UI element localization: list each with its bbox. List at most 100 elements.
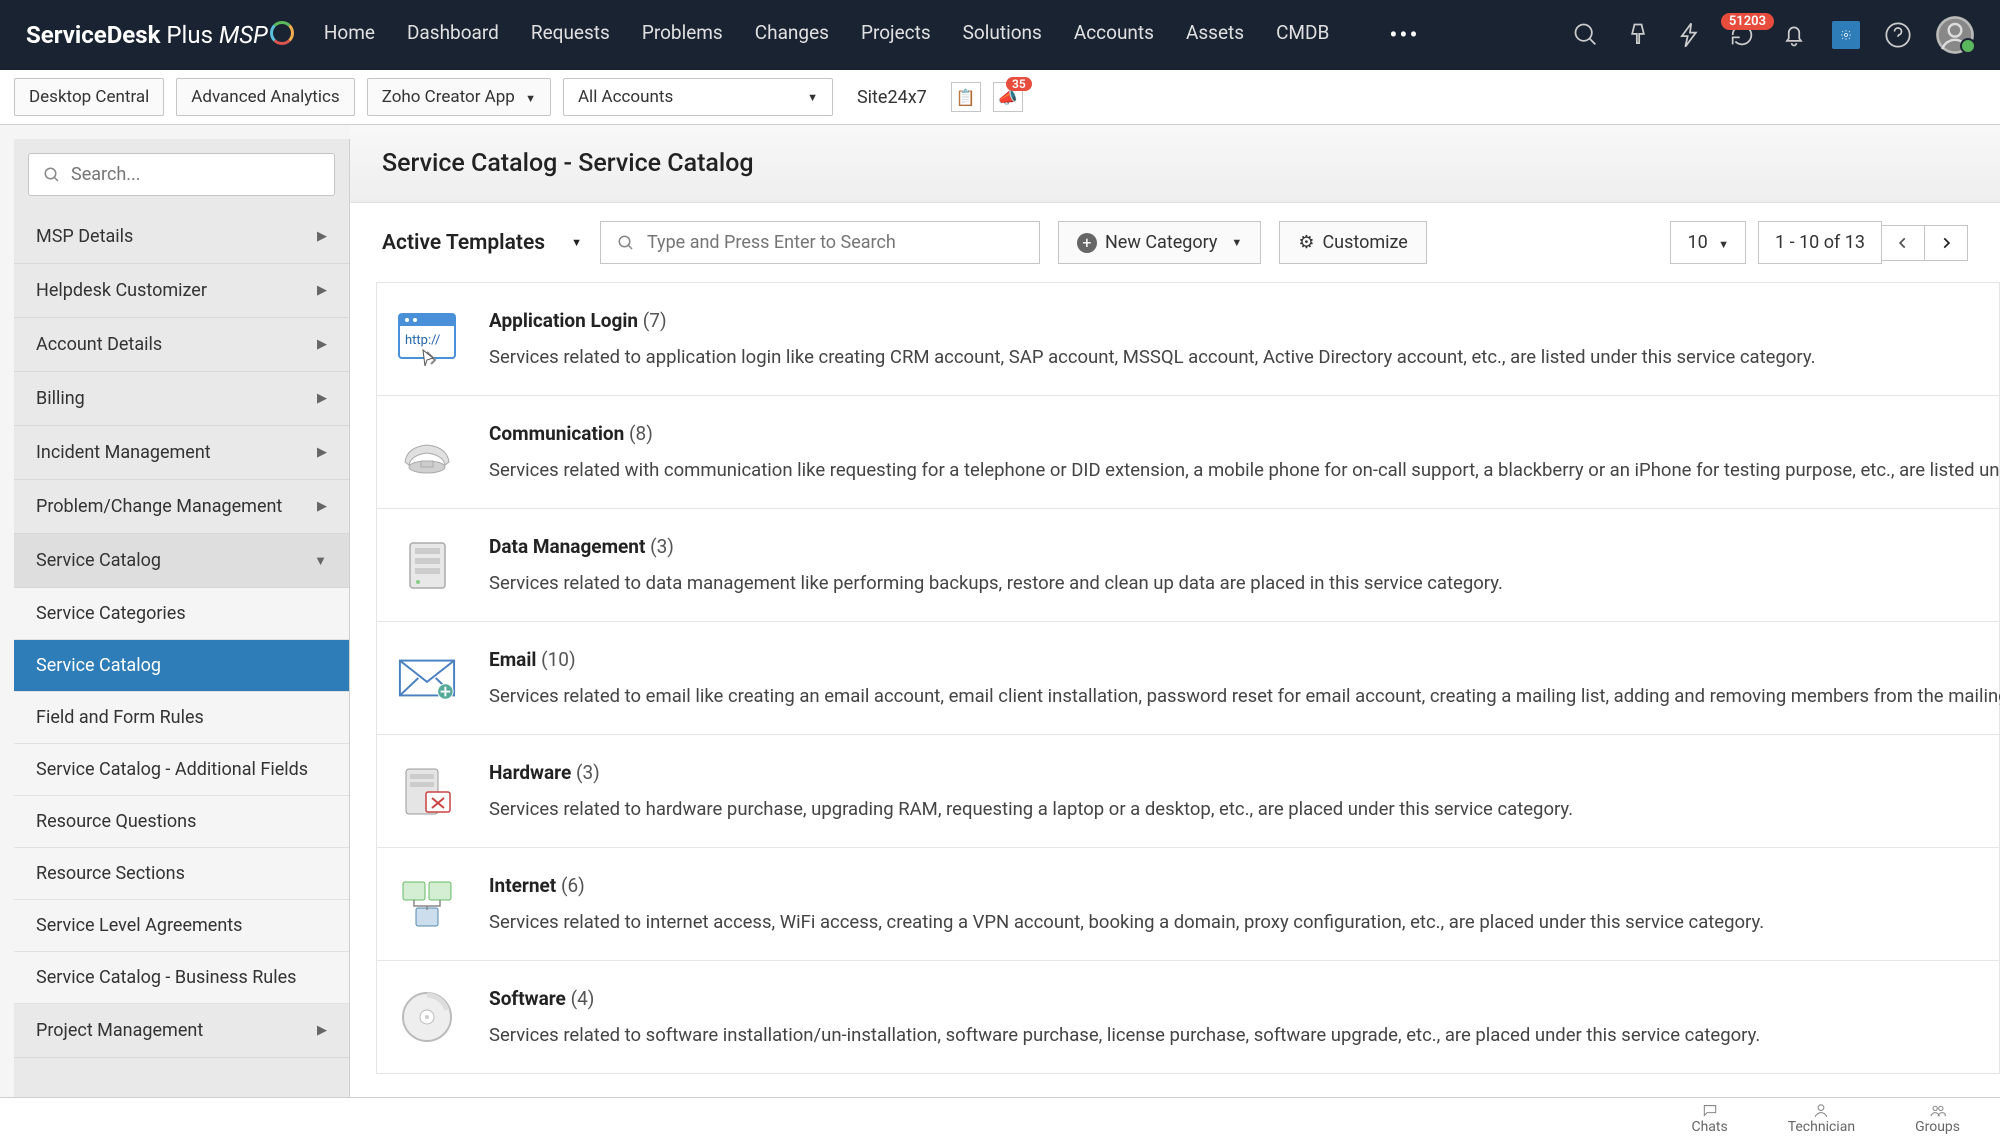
search-icon[interactable] (1572, 21, 1600, 49)
nav-more-icon[interactable]: ••• (1389, 21, 1419, 49)
help-icon[interactable] (1884, 21, 1912, 49)
zoho-creator-label: Zoho Creator App (382, 87, 515, 107)
customize-button[interactable]: ⚙ Customize (1279, 221, 1427, 264)
catalog-count: (8) (629, 422, 653, 445)
sidebar-sub-categories[interactable]: Service Categories (14, 588, 349, 640)
site24x7-link[interactable]: Site24x7 (845, 79, 939, 116)
bottom-chats[interactable]: Chats (1691, 1102, 1727, 1135)
catalog-title-text: Software (489, 987, 566, 1010)
sidebar-search[interactable] (28, 153, 335, 196)
filter-label: Active Templates (382, 231, 545, 255)
nav-home[interactable]: Home (324, 21, 375, 49)
catalog-desc: Services related with communication like… (489, 459, 2000, 481)
bell-icon[interactable] (1780, 21, 1808, 49)
catalog-item[interactable]: Hardware (3) Services related to hardwar… (376, 735, 2000, 848)
sidebar-label: Incident Management (36, 442, 211, 463)
caret-down-icon: ▼ (1718, 238, 1729, 251)
people-icon (1929, 1102, 1947, 1119)
nav-solutions[interactable]: Solutions (963, 21, 1042, 49)
sidebar-group-project-mgmt[interactable]: Project Management▶ (14, 1004, 349, 1058)
user-avatar[interactable] (1936, 16, 1974, 54)
sidebar-group-msp[interactable]: MSP Details▶ (14, 210, 349, 264)
catalog-item[interactable]: Email (10) Services related to email lik… (376, 622, 2000, 735)
hardware-icon (397, 761, 457, 821)
catalog-list: http:// Application Login (7) Services r… (350, 282, 2000, 1097)
brand-name-1: ServiceDesk (26, 21, 160, 49)
account-select[interactable]: All Accounts ▼ (563, 78, 833, 116)
catalog-item[interactable]: Communication (8) Services related with … (376, 396, 2000, 509)
catalog-item[interactable]: Internet (6) Services related to interne… (376, 848, 2000, 961)
chevron-right-icon: ▶ (317, 229, 327, 244)
bottom-technician[interactable]: Technician (1788, 1102, 1855, 1135)
zoho-creator-button[interactable]: Zoho Creator App ▼ (367, 78, 551, 116)
catalog-item[interactable]: http:// Application Login (7) Services r… (376, 282, 2000, 396)
prev-page-button[interactable] (1881, 225, 1925, 261)
sidebar-sub-additional-fields[interactable]: Service Catalog - Additional Fields (14, 744, 349, 796)
clipboard-icon[interactable]: 📋 (951, 82, 981, 112)
bottom-tech-label: Technician (1788, 1119, 1855, 1135)
catalog-search[interactable] (600, 221, 1040, 264)
catalog-body: Application Login (7) Services related t… (489, 309, 1979, 369)
catalog-count: (3) (650, 535, 674, 558)
catalog-count: (7) (643, 309, 667, 332)
sidebar-group-incident[interactable]: Incident Management▶ (14, 426, 349, 480)
advanced-analytics-button[interactable]: Advanced Analytics (176, 78, 354, 116)
sidebar-group-problem-change[interactable]: Problem/Change Management▶ (14, 480, 349, 534)
nav-accounts[interactable]: Accounts (1074, 21, 1154, 49)
desktop-central-button[interactable]: Desktop Central (14, 78, 164, 116)
sidebar-sub-field-rules[interactable]: Field and Form Rules (14, 692, 349, 744)
sidebar-sub-resource-questions[interactable]: Resource Questions (14, 796, 349, 848)
bottom-chats-label: Chats (1691, 1119, 1727, 1135)
brand-msp: MSP (219, 21, 268, 49)
catalog-title-text: Hardware (489, 761, 571, 784)
bottom-groups[interactable]: Groups (1915, 1102, 1960, 1135)
sidebar-group-account[interactable]: Account Details▶ (14, 318, 349, 372)
account-select-label: All Accounts (578, 87, 673, 107)
plus-icon: + (1077, 233, 1097, 253)
nav-assets[interactable]: Assets (1186, 21, 1244, 49)
announcement-icon[interactable]: 📣35 (993, 82, 1023, 112)
disc-icon (397, 987, 457, 1047)
nav-projects[interactable]: Projects (861, 21, 931, 49)
new-category-button[interactable]: +New Category ▼ (1058, 221, 1261, 264)
page-size-select[interactable]: 10 ▼ (1670, 221, 1746, 264)
sidebar-group-service-catalog[interactable]: Service Catalog▼ (14, 534, 349, 588)
chevron-right-icon: ▶ (317, 283, 327, 298)
nav-cmdb[interactable]: CMDB (1276, 21, 1329, 49)
caret-down-icon: ▼ (807, 91, 818, 104)
catalog-item[interactable]: Software (4) Services related to softwar… (376, 961, 2000, 1074)
refresh-icon[interactable]: 51203 (1728, 21, 1756, 49)
catalog-title: Email (10) (489, 648, 2000, 671)
nav-requests[interactable]: Requests (531, 21, 610, 49)
chevron-right-icon: ▶ (317, 499, 327, 514)
catalog-title-text: Internet (489, 874, 556, 897)
nav-dashboard[interactable]: Dashboard (407, 21, 499, 49)
search-icon (617, 234, 635, 252)
caret-down-icon: ▼ (571, 236, 582, 249)
sidebar-sub-sla[interactable]: Service Level Agreements (14, 900, 349, 952)
pager: 10 ▼ 1 - 10 of 13 (1670, 221, 1968, 264)
settings-icon[interactable] (1832, 21, 1860, 49)
catalog-search-input[interactable] (647, 232, 1023, 253)
nav-changes[interactable]: Changes (755, 21, 829, 49)
sidebar-group-helpdesk[interactable]: Helpdesk Customizer▶ (14, 264, 349, 318)
filter-dropdown[interactable]: Active Templates ▼ (382, 231, 582, 255)
next-page-button[interactable] (1924, 225, 1968, 261)
page-title: Service Catalog - Service Catalog (350, 125, 2000, 203)
server-icon (397, 535, 457, 595)
announcement-badge: 35 (1006, 77, 1032, 91)
sidebar-sub-resource-sections[interactable]: Resource Sections (14, 848, 349, 900)
network-icon (397, 874, 457, 934)
catalog-item[interactable]: Data Management (3) Services related to … (376, 509, 2000, 622)
bolt-icon[interactable] (1676, 21, 1704, 49)
sidebar-search-input[interactable] (71, 164, 320, 185)
catalog-title: Internet (6) (489, 874, 1979, 897)
nav-problems[interactable]: Problems (642, 21, 723, 49)
sidebar-sub-business-rules[interactable]: Service Catalog - Business Rules (14, 952, 349, 1004)
sidebar-sub-catalog[interactable]: Service Catalog (14, 640, 349, 692)
brand-logo: ServiceDesk Plus MSP (26, 21, 294, 49)
sidebar-group-billing[interactable]: Billing▶ (14, 372, 349, 426)
pin-icon[interactable] (1624, 21, 1652, 49)
sidebar-label: Service Catalog (36, 550, 161, 571)
content-toolbar: Active Templates ▼ +New Category ▼ ⚙ Cust… (350, 203, 2000, 282)
